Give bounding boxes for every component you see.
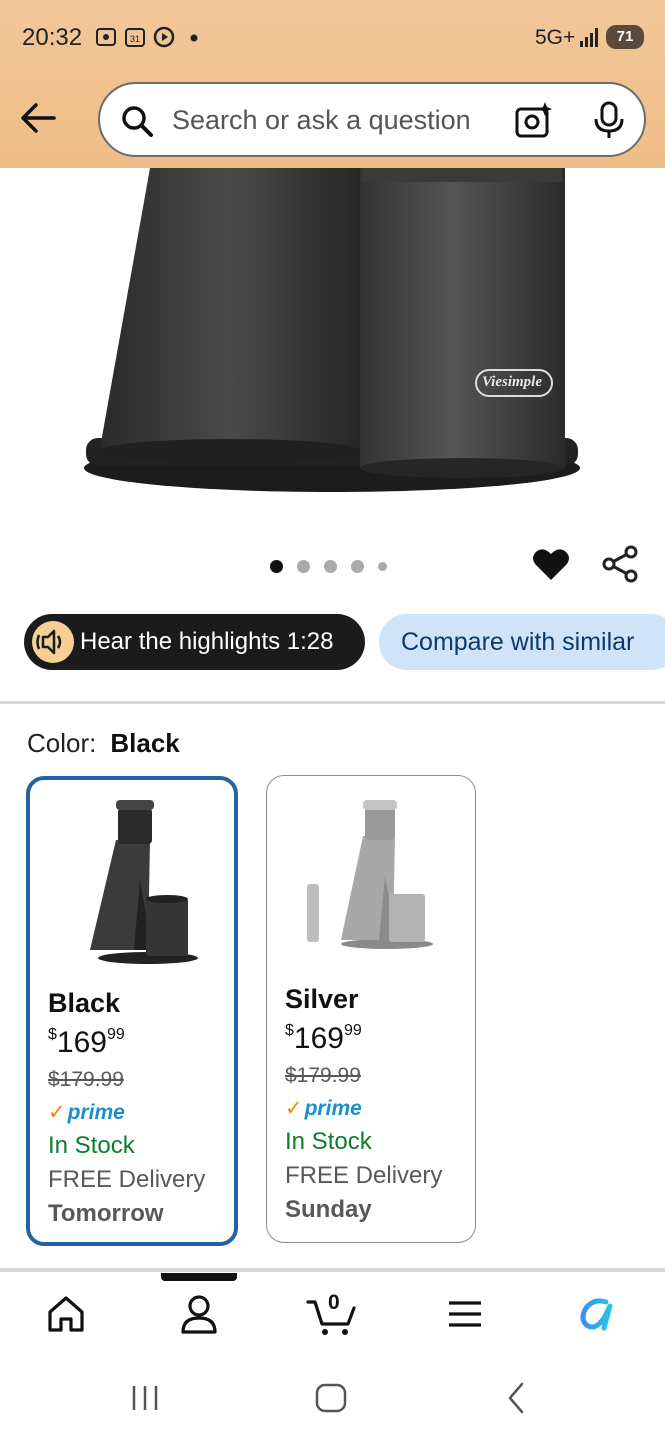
prime-label: prime — [304, 1097, 362, 1120]
variant-image-black — [90, 800, 198, 964]
variant-name: Silver — [285, 984, 359, 1014]
color-heading: Color: Black — [27, 728, 180, 759]
variant-price: $16999 — [285, 1022, 362, 1056]
status-time: 20:32 — [22, 24, 83, 51]
image-pagination[interactable] — [270, 558, 387, 574]
back-arrow-icon[interactable] — [18, 98, 58, 138]
prime-check-icon: ✓ — [48, 1101, 66, 1124]
signal-icon — [580, 28, 598, 47]
account-icon[interactable] — [177, 1292, 221, 1336]
variant-card-black[interactable]: Black $16999 $179.99 ✓prime In Stock FRE… — [26, 776, 238, 1246]
variant-image-silver — [307, 800, 433, 949]
hear-highlights-label: Hear the highlights 1:28 — [80, 628, 334, 655]
price-currency: $ — [285, 1022, 294, 1039]
prime-label: prime — [67, 1101, 125, 1124]
compare-label: Compare with similar — [401, 628, 635, 656]
home-icon[interactable] — [44, 1292, 88, 1336]
delivery-label: FREE Delivery — [285, 1162, 443, 1189]
recent-apps-icon[interactable] — [130, 1380, 160, 1416]
product-image[interactable] — [0, 168, 665, 528]
media-icon — [153, 26, 175, 48]
wishlist-heart-icon[interactable] — [532, 546, 570, 582]
product-page: 20:32 31 5G+ 71 Search or ask a question… — [0, 0, 665, 1440]
variant-name: Black — [48, 988, 121, 1018]
image-dot-3[interactable] — [324, 559, 337, 573]
variant-card-silver[interactable]: Silver $16999 $179.99 ✓prime In Stock FR… — [266, 775, 476, 1243]
selected-color: Black — [110, 728, 180, 758]
svg-text:31: 31 — [130, 34, 140, 44]
rufus-icon[interactable] — [576, 1292, 620, 1336]
search-bar[interactable]: Search or ask a question — [98, 82, 646, 157]
list-price: $179.99 — [285, 1064, 361, 1087]
section-divider — [0, 701, 665, 704]
share-icon[interactable] — [600, 544, 640, 584]
delivery-day: Sunday — [285, 1196, 372, 1223]
delivery-day: Tomorrow — [48, 1200, 164, 1227]
search-input[interactable]: Search or ask a question — [172, 105, 471, 136]
prime-badge: ✓prime — [285, 1096, 362, 1121]
system-home-icon[interactable] — [314, 1380, 348, 1416]
delivery-label: FREE Delivery — [48, 1166, 206, 1193]
system-back-icon[interactable] — [502, 1380, 532, 1416]
active-tab-indicator — [161, 1273, 237, 1281]
camera-search-icon[interactable] — [514, 100, 554, 140]
list-price: $179.99 — [48, 1068, 124, 1091]
price-fraction: 99 — [106, 1026, 125, 1043]
bottom-nav-divider — [0, 1268, 665, 1272]
speaker-icon — [32, 621, 74, 663]
image-dot-4[interactable] — [351, 559, 364, 573]
stock-status: In Stock — [48, 1132, 135, 1159]
compare-with-similar-button[interactable]: Compare with similar — [379, 614, 665, 670]
price-fraction: 99 — [343, 1022, 362, 1039]
image-dot-2[interactable] — [297, 559, 310, 573]
battery-indicator: 71 — [606, 25, 644, 49]
price-whole: 169 — [293, 1022, 344, 1055]
menu-icon[interactable] — [443, 1292, 487, 1336]
price-whole: 169 — [56, 1026, 107, 1059]
microphone-icon[interactable] — [592, 100, 626, 140]
color-label: Color: — [27, 728, 97, 758]
hear-highlights-button[interactable]: Hear the highlights 1:28 — [24, 614, 365, 670]
image-dot-1[interactable] — [270, 559, 283, 573]
prime-badge: ✓prime — [48, 1100, 125, 1125]
notification-dot-icon — [190, 34, 198, 42]
gallery-icon — [96, 28, 116, 46]
search-icon — [122, 106, 153, 137]
brand-logo: Viesimple — [482, 374, 542, 390]
calendar-icon: 31 — [125, 28, 145, 47]
cart-count: 0 — [328, 1291, 340, 1314]
prime-check-icon: ✓ — [285, 1097, 303, 1120]
image-dot-5[interactable] — [378, 561, 387, 571]
variant-price: $16999 — [48, 1026, 125, 1060]
stock-status: In Stock — [285, 1128, 372, 1155]
price-currency: $ — [48, 1026, 57, 1043]
status-bar: 20:32 31 5G+ 71 — [0, 0, 665, 76]
network-label: 5G+ — [535, 26, 576, 49]
